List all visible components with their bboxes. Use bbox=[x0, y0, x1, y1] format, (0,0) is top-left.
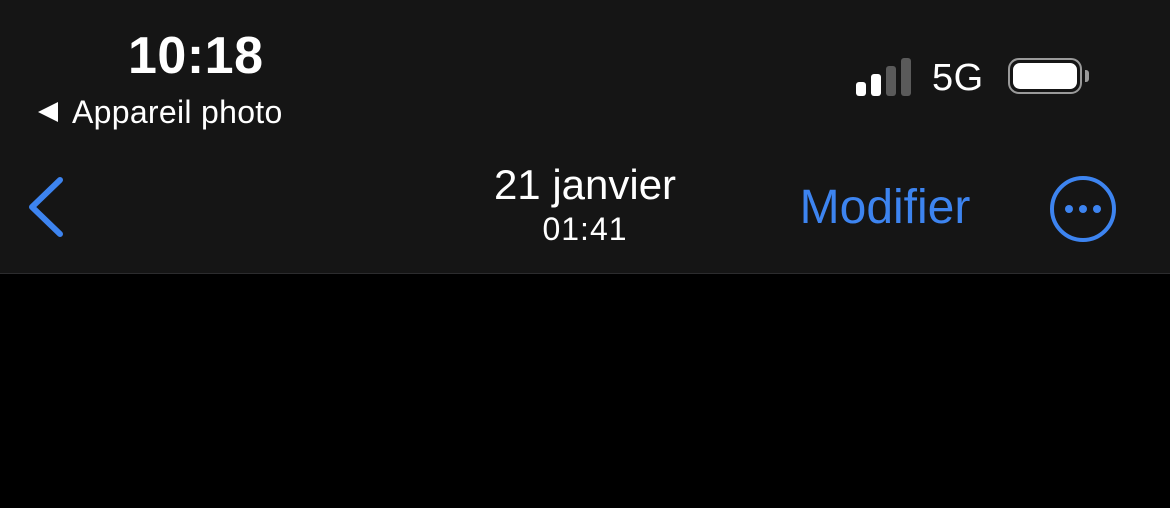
status-bar-time: 10:18 bbox=[128, 27, 264, 85]
signal-bar bbox=[856, 82, 866, 96]
back-triangle-icon bbox=[38, 102, 58, 122]
back-button[interactable] bbox=[22, 172, 72, 242]
nav-title: 21 janvier 01:41 bbox=[385, 160, 785, 248]
signal-bar bbox=[886, 66, 896, 96]
cellular-signal-icon bbox=[856, 58, 916, 96]
signal-bar bbox=[871, 74, 881, 96]
battery-icon bbox=[1008, 58, 1092, 98]
battery-nub bbox=[1085, 70, 1089, 82]
more-button[interactable] bbox=[1048, 174, 1118, 244]
photo-viewer-screen: 10:18 Appareil photo 5G 21 janvier 01:41 bbox=[0, 0, 1170, 508]
network-type: 5G bbox=[932, 57, 984, 99]
back-to-app-button[interactable]: Appareil photo bbox=[38, 92, 283, 132]
battery-fill bbox=[1013, 63, 1077, 89]
back-to-app-label: Appareil photo bbox=[72, 93, 283, 130]
signal-bar bbox=[901, 58, 911, 96]
top-bar: 10:18 Appareil photo 5G 21 janvier 01:41 bbox=[0, 0, 1170, 274]
chevron-left-icon bbox=[29, 177, 63, 237]
photo-time: 01:41 bbox=[542, 211, 628, 247]
ellipsis-circle-icon bbox=[1050, 176, 1116, 242]
photo-content-area[interactable] bbox=[0, 274, 1170, 508]
edit-button[interactable]: Modifier bbox=[780, 178, 990, 238]
photo-date: 21 janvier bbox=[493, 161, 677, 208]
